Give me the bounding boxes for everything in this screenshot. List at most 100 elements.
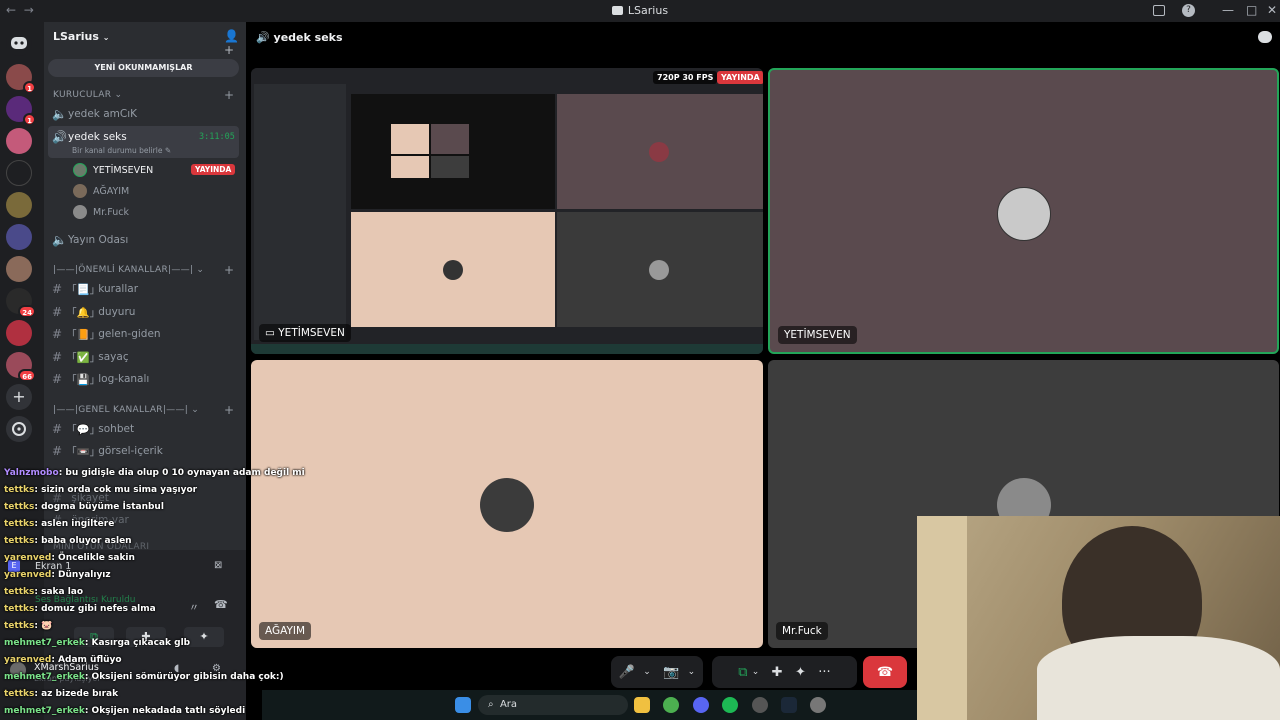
add-server-icon[interactable]: +: [6, 384, 32, 410]
nested-tile: [351, 94, 555, 209]
inbox-icon[interactable]: [1153, 5, 1165, 16]
chat-message: Yalnzmobo: bu gidişle dia olup 0 10 oyna…: [4, 468, 305, 478]
chat-message: mehmet7_erkek: Oksijeni sömürüyor gibisi…: [4, 672, 284, 682]
server-icon[interactable]: 24: [6, 288, 36, 318]
file-explorer-icon[interactable]: [634, 697, 650, 713]
participant-tile-yetimseven[interactable]: YETİMSEVEN: [768, 68, 1279, 354]
text-channel-gelen-giden[interactable]: # ｢ 📙 ｣ gelen-giden: [52, 324, 238, 344]
server-name[interactable]: LSarius ⌄: [53, 30, 109, 43]
help-icon[interactable]: ?: [1182, 4, 1195, 17]
chat-message: tettks: aslen ingiltere: [4, 519, 114, 529]
discord-icon[interactable]: [693, 697, 709, 713]
minimize-button[interactable]: —: [1222, 3, 1234, 17]
screen-share-tile[interactable]: 720P 30 FPS YAYINDA ▭ YETİMSEVEN: [251, 68, 763, 354]
channel-name: sohbet: [98, 423, 135, 435]
category-label: |——|GENEL KANALLAR|——|: [53, 405, 189, 415]
discord-home-icon[interactable]: [6, 30, 32, 56]
voice-channel-yedek-amcik[interactable]: 🔈 yedek amCıK: [52, 104, 238, 124]
participant-tile-agayim[interactable]: AĞAYIM: [251, 360, 763, 648]
category-kurucular[interactable]: KURUCULAR ⌄: [53, 90, 122, 100]
add-channel-icon[interactable]: +: [224, 263, 234, 277]
category-genel-kanallar[interactable]: |——|GENEL KANALLAR|——| ⌄: [53, 405, 199, 415]
search-icon: ⌕: [488, 699, 494, 710]
voice-channel-yayin-odasi[interactable]: 🔈 Yayın Odası: [52, 230, 238, 250]
chat-username: tettks: [4, 621, 35, 631]
chat-text: : Okşijen nekadada tatlı söyledi: [84, 706, 246, 716]
new-unreads-button[interactable]: YENİ OKUNMAMIŞLAR: [48, 59, 239, 77]
hash-icon: #: [52, 372, 63, 386]
camera-icon[interactable]: 📷: [663, 665, 679, 680]
add-channel-icon[interactable]: +: [224, 88, 234, 102]
spotify-icon[interactable]: [722, 697, 738, 713]
tile-label-text: YETİMSEVEN: [278, 327, 345, 339]
disconnect-button[interactable]: ☎: [863, 656, 907, 688]
windows-start-icon[interactable]: [455, 697, 471, 713]
close-button[interactable]: ✕: [1267, 3, 1277, 17]
server-icon[interactable]: [6, 224, 32, 250]
text-channel-duyuru[interactable]: # ｢ 🔔 ｣ duyuru: [52, 302, 238, 322]
chat-username: mehmet7_erkek: [4, 672, 85, 682]
chat-bubble-icon[interactable]: [1258, 31, 1272, 43]
speaker-icon: 🔈: [52, 107, 67, 121]
server-icon[interactable]: [6, 256, 32, 282]
speaker-icon: 🔊: [52, 130, 67, 144]
unread-badge: 24: [18, 305, 36, 318]
webcam-wall: [917, 516, 967, 720]
microphone-icon[interactable]: 🎤: [619, 665, 635, 680]
channel-status-text: Bir kanal durumu belirle: [72, 146, 163, 155]
channel-name: sayaç: [98, 351, 129, 363]
explore-icon[interactable]: [6, 416, 32, 442]
avatar: [73, 184, 87, 198]
activity-icon[interactable]: ✚: [772, 665, 783, 680]
settings-icon[interactable]: [810, 697, 826, 713]
channel-name: görsel-içerik: [98, 445, 163, 457]
taskbar-search[interactable]: ⌕ Ara: [478, 695, 628, 715]
stream-quality-badge: 720P 30 FPS: [653, 71, 718, 84]
chevron-down-icon[interactable]: ⌄: [752, 667, 760, 677]
window-title-text: LSarius: [627, 4, 669, 17]
chevron-down-icon[interactable]: ⌄: [688, 667, 696, 677]
category-onemli-kanallar[interactable]: |——|ÖNEMLİ KANALLAR|——| ⌄: [53, 265, 204, 275]
server-icon[interactable]: [6, 192, 32, 218]
app-icon[interactable]: [752, 697, 768, 713]
server-icon[interactable]: [6, 160, 32, 186]
server-icon[interactable]: [6, 128, 32, 154]
server-icon[interactable]: 66: [6, 352, 36, 382]
voice-member-name[interactable]: Mr.Fuck: [93, 207, 129, 218]
invite-people-icon[interactable]: 👤+: [224, 29, 246, 57]
add-channel-icon[interactable]: +: [224, 403, 234, 417]
voice-member-name[interactable]: AĞAYIM: [93, 186, 129, 197]
soundboard-icon[interactable]: ✦: [795, 665, 806, 680]
text-channel-kurallar[interactable]: # ｢ 📃 ｣ kurallar: [52, 279, 238, 299]
chat-username: yarenved: [4, 655, 52, 665]
server-icon[interactable]: 1: [6, 64, 36, 94]
search-placeholder: Ara: [499, 699, 518, 710]
maximize-button[interactable]: □: [1246, 3, 1257, 17]
chat-message: tettks: 🐷: [4, 621, 52, 631]
channel-header: 🔊 yedek seks: [256, 31, 343, 44]
hang-up-icon[interactable]: ☎: [877, 665, 893, 680]
server-icon[interactable]: [6, 320, 32, 346]
mic-control[interactable]: 🎤 ⌄ 📷 ⌄: [611, 656, 703, 688]
channel-emoji: 📼: [76, 445, 90, 458]
text-channel-gorsel-icerik[interactable]: # ｢ 📼 ｣ görsel-içerik: [52, 441, 238, 461]
chat-username: tettks: [4, 502, 35, 512]
chat-text: : Adam üflüyo: [51, 655, 122, 665]
text-channel-sayac[interactable]: # ｢ ✅ ｣ sayaç: [52, 347, 238, 367]
text-channel-sohbet[interactable]: # ｢ 💬 ｣ sohbet: [52, 419, 238, 439]
more-options-icon[interactable]: ···: [818, 665, 830, 680]
chat-message: yarenved: Adam üflüyo: [4, 655, 122, 665]
chrome-icon[interactable]: [663, 697, 679, 713]
title-bar: ← → LSarius ? — □ ✕: [0, 0, 1280, 22]
webcam-person-shirt: [1037, 636, 1280, 720]
chevron-down-icon[interactable]: ⌄: [643, 667, 651, 677]
channel-status[interactable]: Bir kanal durumu belirle ✎: [72, 146, 171, 155]
activity-controls: ⧉ ⌄ ✚ ✦ ···: [712, 656, 857, 688]
chat-username: yarenved: [4, 553, 52, 563]
voice-member-name[interactable]: YETİMSEVEN: [93, 165, 153, 176]
share-screen-icon[interactable]: ⧉: [738, 665, 747, 680]
channel-name: kurallar: [98, 283, 139, 295]
server-icon[interactable]: 1: [6, 96, 36, 126]
steam-icon[interactable]: [781, 697, 797, 713]
text-channel-log-kanali[interactable]: # ｢ 💾 ｣ log-kanalı: [52, 369, 238, 389]
